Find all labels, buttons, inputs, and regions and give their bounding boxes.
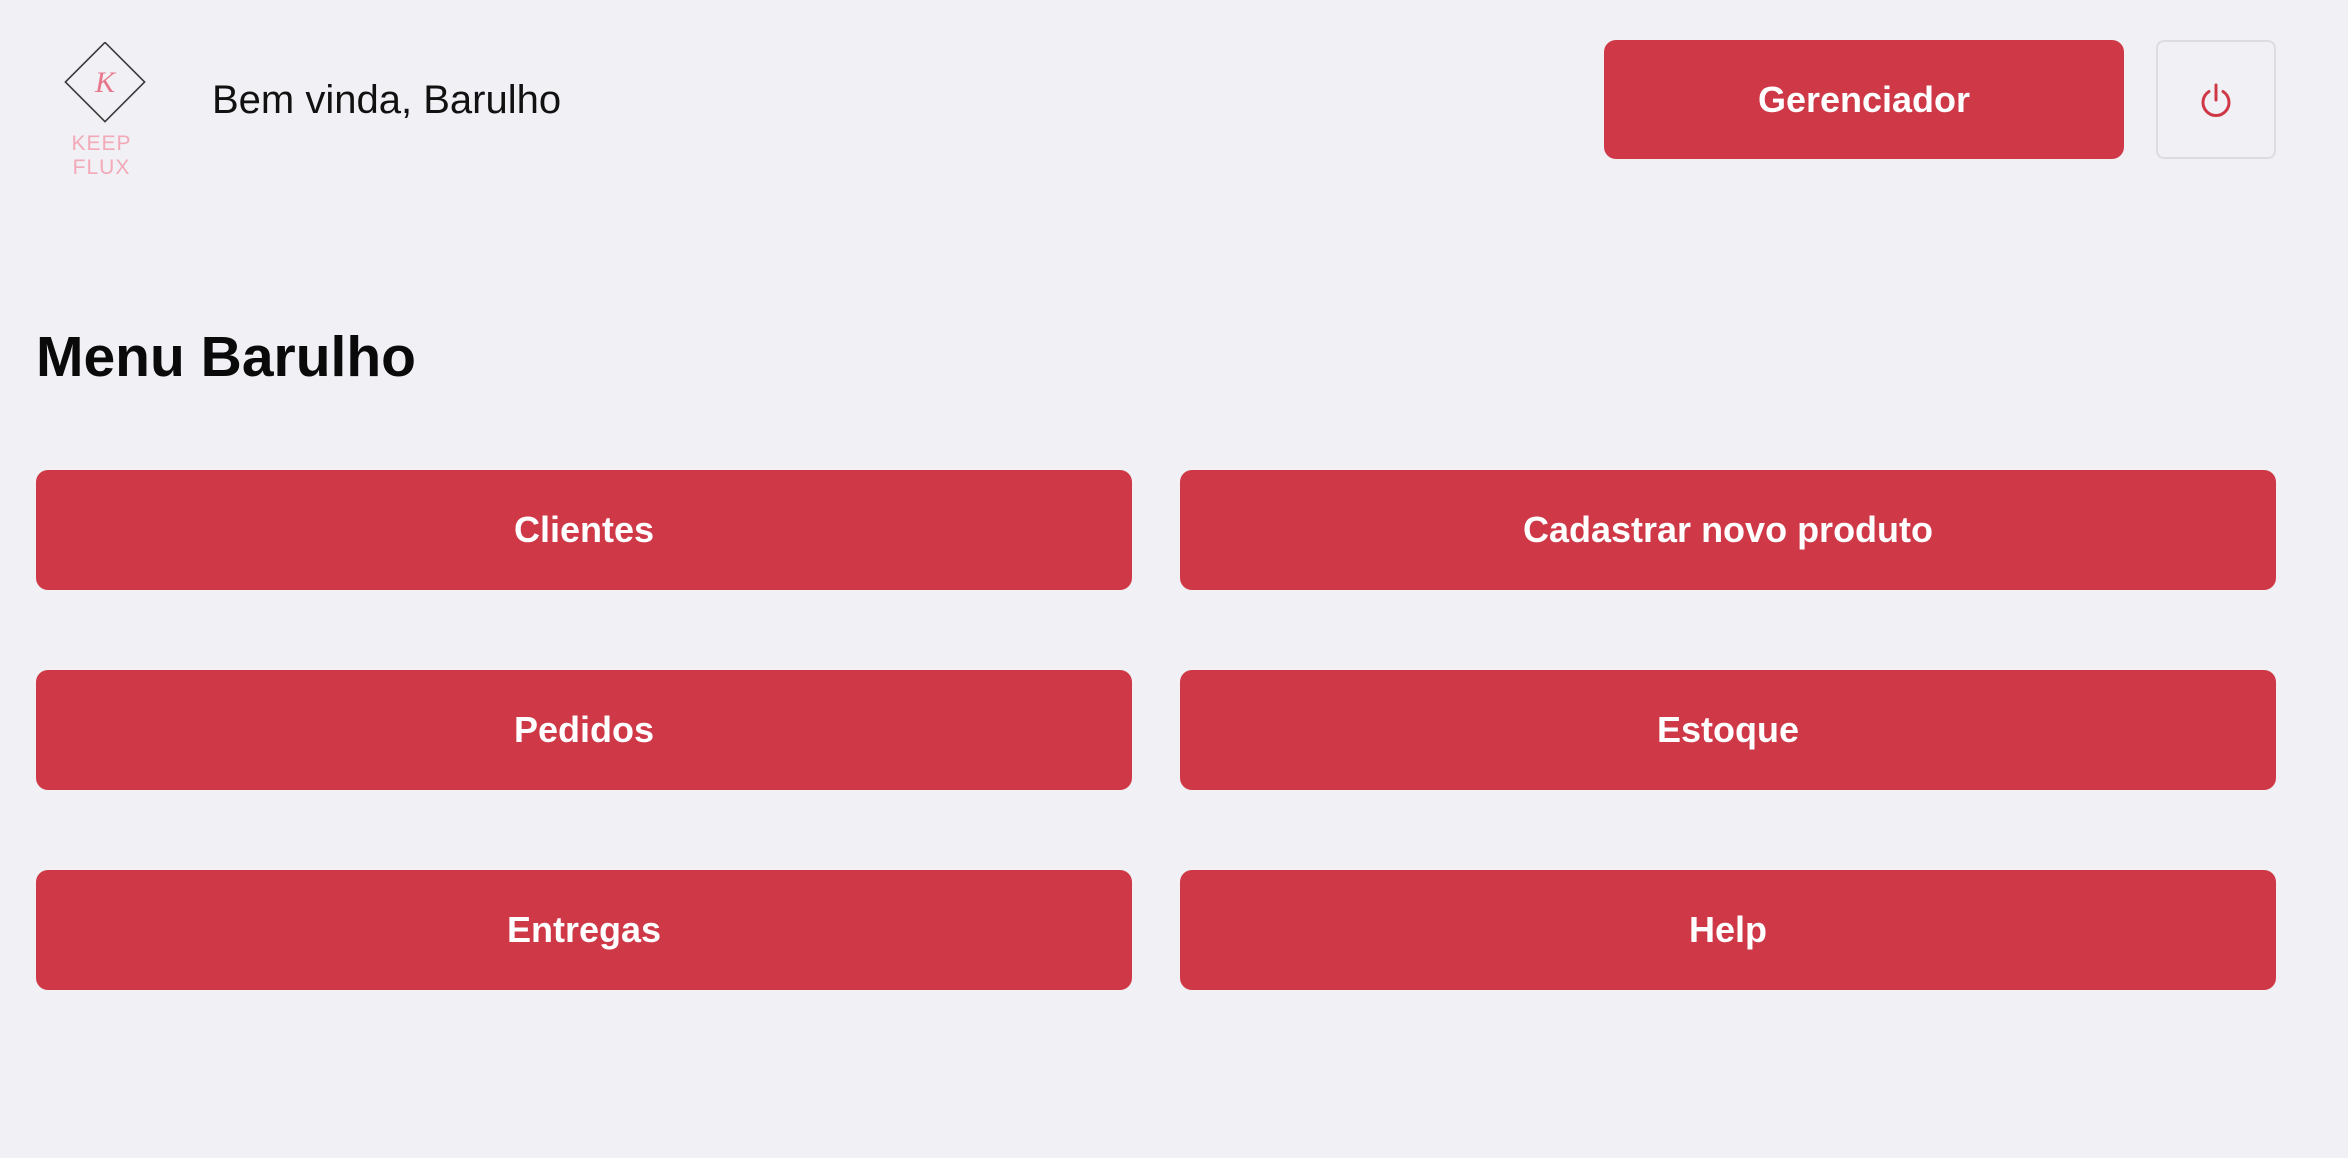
logo-monogram: K — [94, 66, 117, 99]
clientes-button[interactable]: Clientes — [36, 470, 1132, 590]
help-button[interactable]: Help — [1180, 870, 2276, 990]
pedidos-button[interactable]: Pedidos — [36, 670, 1132, 790]
new-product-button[interactable]: Cadastrar novo produto — [1180, 470, 2276, 590]
logo-text: KEEP FLUX — [71, 132, 132, 179]
logout-button[interactable] — [2156, 40, 2276, 159]
logo-diamond-icon: K — [64, 41, 146, 123]
page-title: Menu Barulho — [36, 325, 416, 389]
entregas-button[interactable]: Entregas — [36, 870, 1132, 990]
header: K KEEP FLUX Bem vinda, Barulho Gerenciad… — [0, 0, 2348, 200]
greeting-text: Bem vinda, Barulho — [212, 78, 562, 122]
keep-flux-logo[interactable]: K KEEP FLUX — [44, 41, 159, 179]
power-icon — [2201, 83, 2231, 117]
estoque-button[interactable]: Estoque — [1180, 670, 2276, 790]
page: K KEEP FLUX Bem vinda, Barulho Gerenciad… — [0, 0, 2348, 1158]
manager-button[interactable]: Gerenciador — [1604, 40, 2124, 159]
